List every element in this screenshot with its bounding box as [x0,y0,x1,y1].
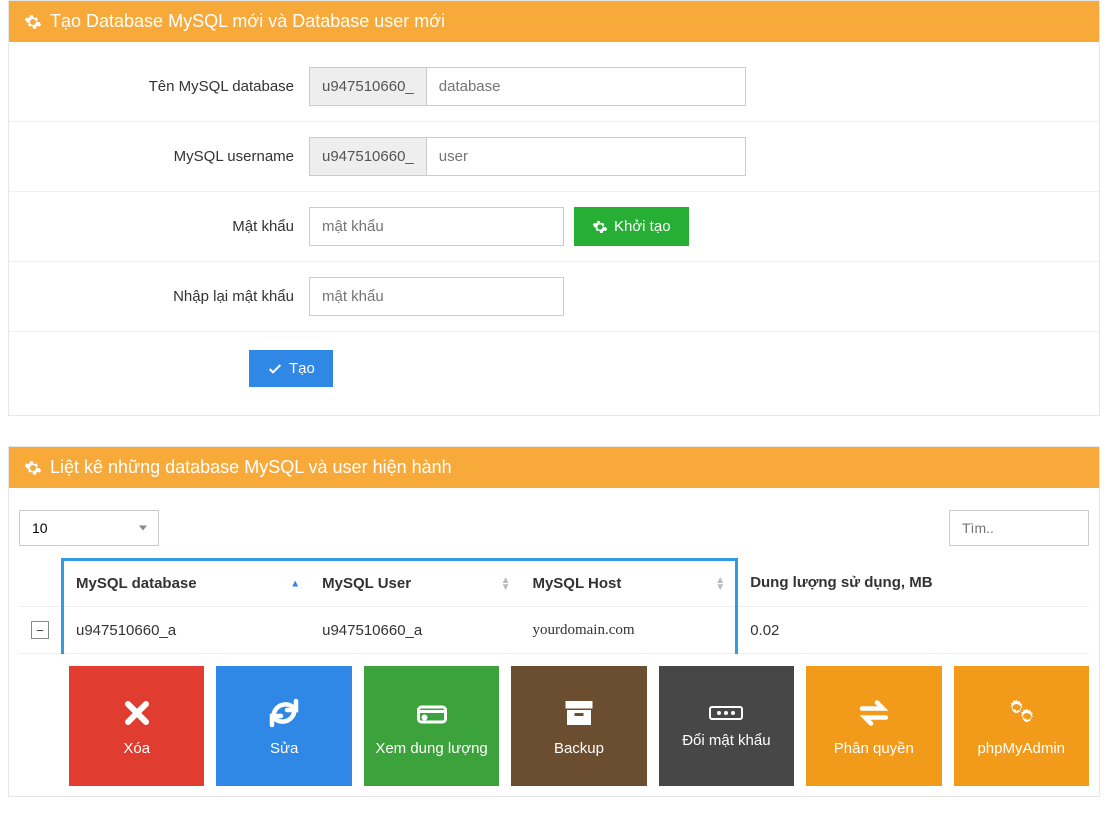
page-size-select[interactable]: 10 [19,510,159,546]
col-user[interactable]: MySQL User ▲▼ [310,560,520,607]
password2-label: Nhập lại mật khẩu [19,288,309,305]
table-row: − u947510660_a u947510660_a yourdomain.c… [19,607,1089,654]
password-input[interactable] [309,207,564,246]
cell-user: u947510660_a [310,607,520,654]
permissions-tile[interactable]: Phân quyền [806,666,941,786]
sort-icon: ▲▼ [501,577,511,591]
cell-host: yourdomain.com [520,607,736,654]
generate-password-label: Khởi tạo [614,218,671,235]
edit-tile[interactable]: Sửa [216,666,351,786]
close-icon [119,695,155,731]
archive-icon [561,695,597,731]
database-table: MySQL database ▲ MySQL User ▲▼ MySQL Hos… [19,558,1089,654]
col-usage[interactable]: Dung lượng sử dụng, MB [737,560,1089,607]
list-panel-title: Liệt kê những database MySQL và user hiệ… [50,457,452,478]
username-prefix: u947510660_ [309,137,426,176]
cell-usage: 0.02 [737,607,1089,654]
col-expand [19,560,63,607]
create-button[interactable]: Tạo [249,350,333,387]
list-database-panel: Liệt kê những database MySQL và user hiệ… [8,446,1100,797]
dbname-input[interactable] [426,67,746,106]
sort-icon: ▲ [290,580,300,587]
password-label: Mật khẩu [19,218,309,235]
refresh-icon [266,695,302,731]
col-database[interactable]: MySQL database ▲ [63,560,311,607]
gears-icon [24,459,42,477]
expand-row-button[interactable]: − [31,621,49,639]
password2-input[interactable] [309,277,564,316]
dbname-label: Tên MySQL database [19,78,309,95]
create-database-panel: Tạo Database MySQL mới và Database user … [8,0,1100,416]
search-input[interactable] [949,510,1089,546]
create-panel-title: Tạo Database MySQL mới và Database user … [50,11,445,32]
backup-tile[interactable]: Backup [511,666,646,786]
list-panel-header: Liệt kê những database MySQL và user hiệ… [9,447,1099,488]
delete-tile[interactable]: Xóa [69,666,204,786]
generate-password-button[interactable]: Khởi tạo [574,207,689,246]
transfer-icon [856,695,892,731]
gear-icon [592,219,608,235]
create-button-label: Tạo [289,360,315,377]
username-input[interactable] [426,137,746,176]
disk-icon [414,695,450,731]
gears-icon [24,13,42,31]
cell-db: u947510660_a [63,607,311,654]
create-panel-header: Tạo Database MySQL mới và Database user … [9,1,1099,42]
sort-icon: ▲▼ [715,577,725,591]
usage-tile[interactable]: Xem dung lượng [364,666,499,786]
gears-icon [1003,695,1039,731]
dots-icon [708,703,744,723]
check-icon [267,361,283,377]
dbname-prefix: u947510660_ [309,67,426,106]
col-host[interactable]: MySQL Host ▲▼ [520,560,736,607]
action-tiles: Xóa Sửa Xem dung lượng Backup [9,654,1099,786]
username-label: MySQL username [19,148,309,165]
phpmyadmin-tile[interactable]: phpMyAdmin [954,666,1089,786]
change-password-tile[interactable]: Đổi mật khẩu [659,666,794,786]
